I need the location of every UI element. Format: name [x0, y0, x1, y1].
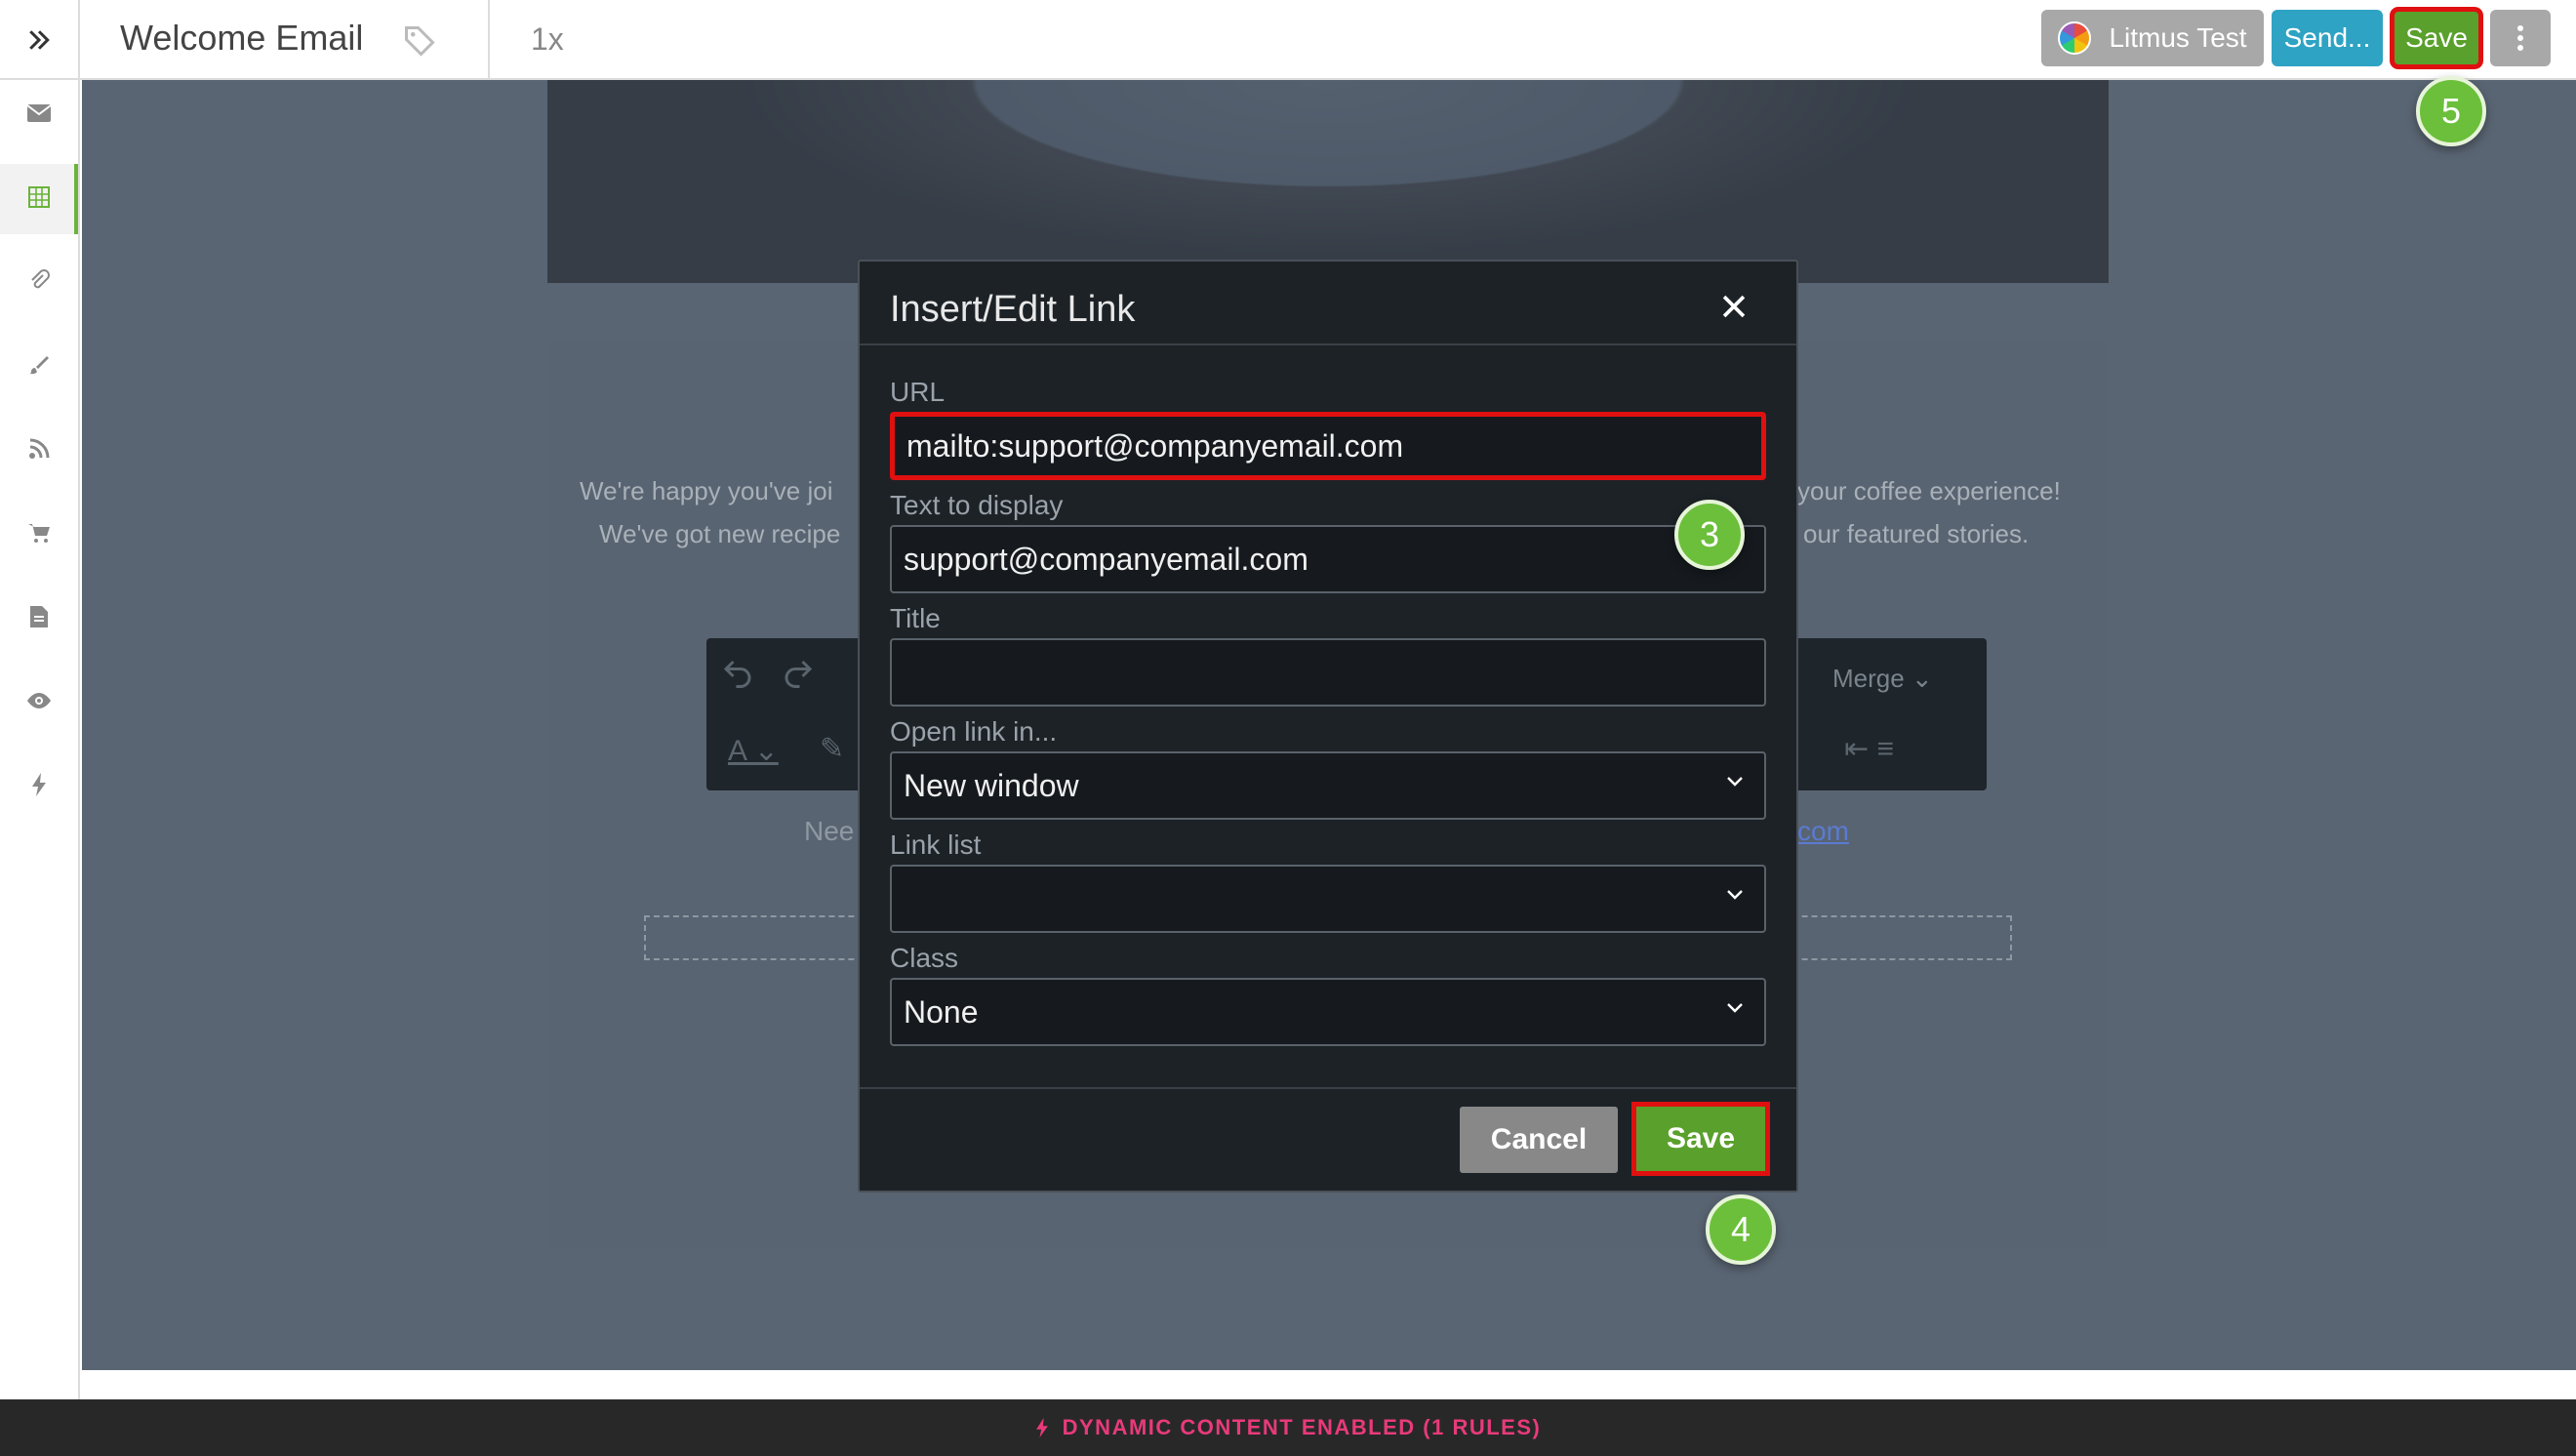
more-options-button[interactable]	[2490, 10, 2551, 66]
double-chevron-right-icon	[29, 30, 50, 50]
zoom-level[interactable]: 1x	[531, 21, 564, 58]
chevron-down-icon	[1727, 777, 1743, 787]
class-label: Class	[890, 943, 959, 973]
canvas-bottom-strip	[82, 1370, 2576, 1399]
cancel-button[interactable]: Cancel	[1460, 1107, 1618, 1173]
litmus-test-label: Litmus Test	[2109, 22, 2247, 53]
chevron-down-icon	[1727, 1003, 1743, 1013]
grid-icon[interactable]	[0, 158, 78, 236]
paperclip-icon[interactable]	[0, 242, 78, 320]
title-label: Title	[890, 603, 941, 633]
url-label: URL	[890, 377, 946, 407]
litmus-icon	[2058, 21, 2092, 55]
vertical-dots-icon	[2517, 25, 2523, 51]
brush-icon[interactable]	[0, 326, 78, 404]
envelope-icon[interactable]	[0, 74, 78, 152]
save-button[interactable]: Save	[2390, 7, 2483, 69]
class-select[interactable]: None	[890, 978, 1766, 1046]
class-value: None	[904, 993, 979, 1030]
send-button[interactable]: Send...	[2272, 10, 2383, 66]
tag-icon[interactable]	[402, 23, 437, 59]
title-input[interactable]	[890, 638, 1766, 707]
open-link-in-label: Open link in...	[890, 716, 1058, 747]
email-body-text: We've got new recipe	[599, 519, 841, 548]
bolt-icon	[1035, 1417, 1048, 1438]
expand-sidebar-button[interactable]	[0, 0, 80, 80]
email-link-text: com	[1797, 816, 1849, 846]
bolt-icon[interactable]	[0, 746, 78, 824]
redo-icon	[785, 660, 813, 688]
close-button[interactable]	[1717, 289, 1751, 333]
link-list-label: Link list	[890, 829, 982, 860]
divider	[488, 0, 490, 80]
chevron-down-icon	[1727, 890, 1743, 900]
eye-icon[interactable]	[0, 662, 78, 740]
rss-icon[interactable]	[0, 410, 78, 488]
outdent-icon: ⇤ ≡	[1844, 733, 1894, 765]
link-list-select[interactable]	[890, 865, 1766, 933]
page-title[interactable]: Welcome Email	[120, 18, 363, 59]
step-badge-4: 4	[1706, 1194, 1776, 1265]
divider	[860, 344, 1796, 345]
font-color-icon: A ⌄	[728, 735, 779, 767]
open-link-in-value: New window	[904, 767, 1079, 803]
open-link-in-select[interactable]: New window	[890, 751, 1766, 820]
email-body-text: Nee	[804, 816, 855, 846]
email-body-text: We're happy you've joi	[580, 476, 833, 506]
step-badge-5: 5	[2416, 76, 2486, 146]
dialog-save-button[interactable]: Save	[1631, 1102, 1770, 1176]
text-to-display-label: Text to display	[890, 490, 1064, 520]
dialog-title: Insert/Edit Link	[890, 289, 1136, 330]
url-input[interactable]: mailto:support@companyemail.com	[890, 412, 1766, 480]
cart-icon[interactable]	[0, 494, 78, 572]
highlight-icon: ✎	[820, 733, 845, 765]
status-bar: DYNAMIC CONTENT ENABLED (1 RULES)	[0, 1399, 2576, 1456]
document-icon[interactable]	[0, 578, 78, 656]
merge-dropdown: Merge ⌄	[1832, 664, 1933, 693]
email-body-text: our featured stories.	[1803, 519, 2030, 548]
litmus-test-button[interactable]: Litmus Test	[2041, 10, 2264, 66]
step-badge-3: 3	[1674, 500, 1745, 570]
dynamic-content-status: DYNAMIC CONTENT ENABLED (1 RULES)	[1062, 1415, 1542, 1439]
divider	[860, 1087, 1796, 1089]
undo-icon	[723, 660, 751, 688]
text-to-display-input[interactable]: support@companyemail.com	[890, 525, 1766, 593]
email-body-text: your coffee experience!	[1797, 476, 2061, 506]
close-icon	[1722, 295, 1746, 318]
